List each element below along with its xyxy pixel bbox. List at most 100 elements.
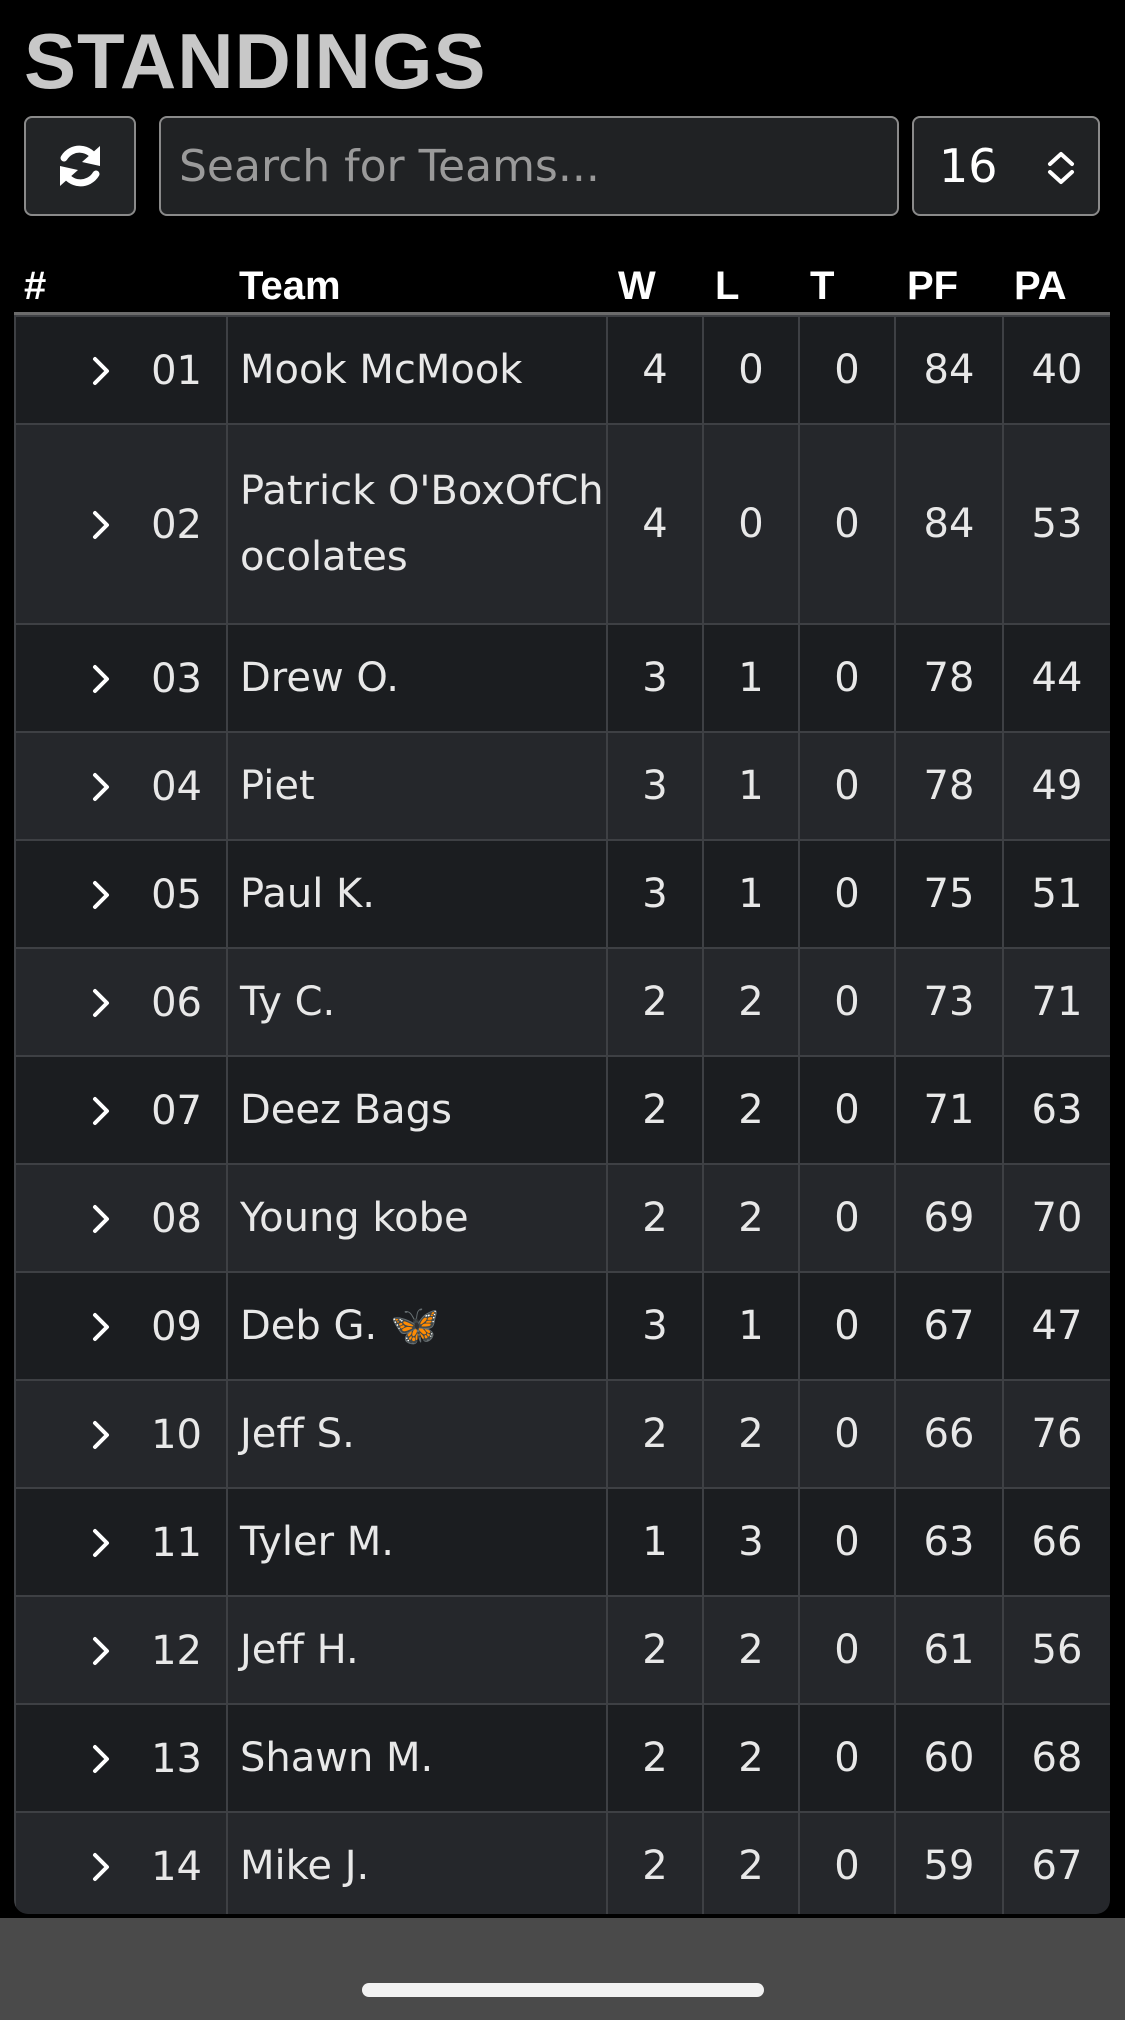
stat-l: 0 — [702, 315, 800, 425]
column-pf-header[interactable]: PF — [907, 264, 958, 309]
stat-l: 2 — [702, 947, 800, 1057]
table-row[interactable]: 13 Shawn M. 2 2 0 60 68 — [14, 1703, 1110, 1813]
rank-number: 12 — [151, 1628, 202, 1674]
chevron-right-icon[interactable] — [91, 1204, 111, 1234]
team-name[interactable]: Drew O. — [226, 623, 608, 733]
team-name[interactable]: Tyler M. — [226, 1487, 608, 1597]
stat-w: 2 — [606, 1811, 704, 1914]
chevron-right-icon[interactable] — [91, 1312, 111, 1342]
stat-pa: 70 — [1002, 1163, 1110, 1273]
table-row[interactable]: 06 Ty C. 2 2 0 73 71 — [14, 947, 1110, 1057]
stat-pf: 78 — [894, 731, 1004, 841]
stat-pf: 59 — [894, 1811, 1004, 1914]
rank-number: 07 — [151, 1088, 202, 1134]
refresh-button[interactable] — [24, 116, 136, 216]
team-name[interactable]: Deb G. 🦋 — [226, 1271, 608, 1381]
table-row[interactable]: 07 Deez Bags 2 2 0 71 63 — [14, 1055, 1110, 1165]
table-row[interactable]: 01 Mook McMook 4 0 0 84 40 — [14, 315, 1110, 425]
stat-pf: 60 — [894, 1703, 1004, 1813]
chevron-right-icon[interactable] — [91, 1744, 111, 1774]
team-name[interactable]: Patrick O'BoxOfChocolates — [226, 423, 608, 625]
stat-pa: 63 — [1002, 1055, 1110, 1165]
rank-cell: 10 — [14, 1379, 228, 1489]
table-row[interactable]: 08 Young kobe 2 2 0 69 70 — [14, 1163, 1110, 1273]
rank-number: 01 — [151, 348, 202, 394]
chevron-right-icon[interactable] — [91, 1852, 111, 1882]
week-select[interactable]: 16 — [912, 116, 1100, 216]
team-name[interactable]: Deez Bags — [226, 1055, 608, 1165]
rank-cell: 06 — [14, 947, 228, 1057]
stat-pf: 66 — [894, 1379, 1004, 1489]
team-name[interactable]: Piet — [226, 731, 608, 841]
team-name[interactable]: Mike J. — [226, 1811, 608, 1914]
table-row[interactable]: 04 Piet 3 1 0 78 49 — [14, 731, 1110, 841]
stat-pf: 63 — [894, 1487, 1004, 1597]
rank-number: 02 — [151, 502, 202, 548]
table-row[interactable]: 11 Tyler M. 1 3 0 63 66 — [14, 1487, 1110, 1597]
team-name[interactable]: Jeff S. — [226, 1379, 608, 1489]
column-team-header[interactable]: Team — [239, 264, 341, 309]
stat-l: 1 — [702, 623, 800, 733]
table-row[interactable]: 10 Jeff S. 2 2 0 66 76 — [14, 1379, 1110, 1489]
stat-t: 0 — [798, 1487, 896, 1597]
chevron-right-icon[interactable] — [91, 1528, 111, 1558]
stat-w: 1 — [606, 1487, 704, 1597]
stat-t: 0 — [798, 839, 896, 949]
team-name[interactable]: Jeff H. — [226, 1595, 608, 1705]
table-row[interactable]: 14 Mike J. 2 2 0 59 67 — [14, 1811, 1110, 1914]
rank-number: 14 — [151, 1844, 202, 1890]
stat-pa: 51 — [1002, 839, 1110, 949]
stat-w: 2 — [606, 1379, 704, 1489]
stat-w: 3 — [606, 1271, 704, 1381]
stat-pf: 71 — [894, 1055, 1004, 1165]
chevron-right-icon[interactable] — [91, 1420, 111, 1450]
rank-cell: 04 — [14, 731, 228, 841]
table-row[interactable]: 09 Deb G. 🦋 3 1 0 67 47 — [14, 1271, 1110, 1381]
stat-w: 3 — [606, 731, 704, 841]
home-indicator[interactable] — [362, 1983, 764, 1997]
team-name[interactable]: Mook McMook — [226, 315, 608, 425]
stat-l: 3 — [702, 1487, 800, 1597]
column-pa-header[interactable]: PA — [1014, 264, 1067, 309]
rank-cell: 02 — [14, 423, 228, 625]
team-name[interactable]: Paul K. — [226, 839, 608, 949]
column-rank-header[interactable]: # — [24, 264, 46, 309]
stat-w: 4 — [606, 423, 704, 625]
search-input[interactable] — [159, 116, 899, 216]
rank-number: 08 — [151, 1196, 202, 1242]
table-row[interactable]: 12 Jeff H. 2 2 0 61 56 — [14, 1595, 1110, 1705]
stat-t: 0 — [798, 1811, 896, 1914]
team-name[interactable]: Shawn M. — [226, 1703, 608, 1813]
table-row[interactable]: 05 Paul K. 3 1 0 75 51 — [14, 839, 1110, 949]
column-w-header[interactable]: W — [618, 264, 656, 309]
chevron-right-icon[interactable] — [91, 664, 111, 694]
table-row[interactable]: 02 Patrick O'BoxOfChocolates 4 0 0 84 53 — [14, 423, 1110, 625]
rank-number: 13 — [151, 1736, 202, 1782]
chevron-right-icon[interactable] — [91, 1636, 111, 1666]
stat-t: 0 — [798, 1379, 896, 1489]
stat-l: 2 — [702, 1703, 800, 1813]
column-l-header[interactable]: L — [715, 264, 739, 309]
chevron-right-icon[interactable] — [91, 1096, 111, 1126]
stat-t: 0 — [798, 623, 896, 733]
stat-l: 2 — [702, 1379, 800, 1489]
stat-l: 2 — [702, 1163, 800, 1273]
column-t-header[interactable]: T — [810, 264, 834, 309]
chevron-right-icon[interactable] — [91, 510, 111, 540]
chevron-right-icon[interactable] — [91, 356, 111, 386]
chevron-right-icon[interactable] — [91, 988, 111, 1018]
chevron-right-icon[interactable] — [91, 772, 111, 802]
stat-t: 0 — [798, 947, 896, 1057]
refresh-icon — [60, 145, 100, 187]
team-name[interactable]: Young kobe — [226, 1163, 608, 1273]
stat-pf: 84 — [894, 423, 1004, 625]
stat-w: 2 — [606, 1703, 704, 1813]
chevron-right-icon[interactable] — [91, 880, 111, 910]
stat-pf: 67 — [894, 1271, 1004, 1381]
rank-number: 06 — [151, 980, 202, 1026]
team-name[interactable]: Ty C. — [226, 947, 608, 1057]
stat-t: 0 — [798, 423, 896, 625]
stat-pa: 44 — [1002, 623, 1110, 733]
table-row[interactable]: 03 Drew O. 3 1 0 78 44 — [14, 623, 1110, 733]
stat-pf: 73 — [894, 947, 1004, 1057]
